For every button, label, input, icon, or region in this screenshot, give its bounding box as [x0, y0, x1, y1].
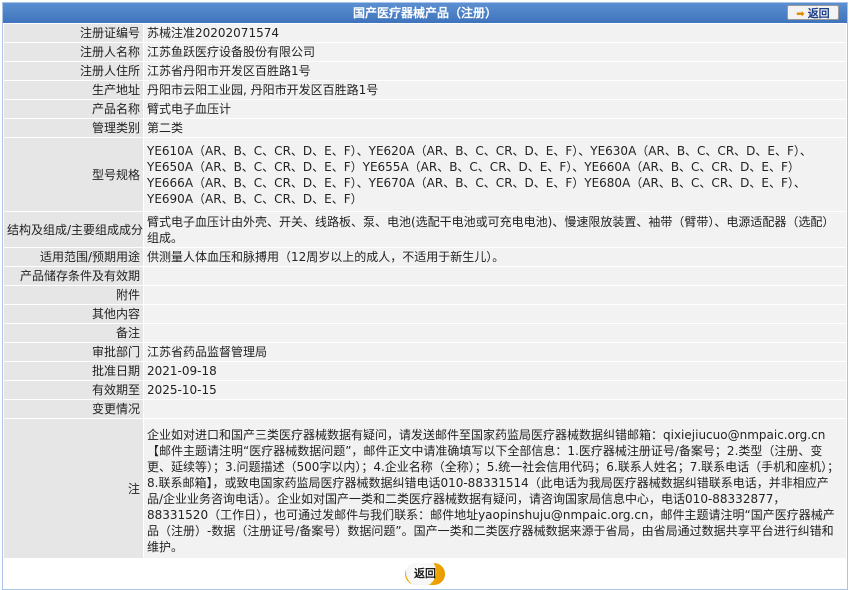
row-other: 其他内容: [3, 304, 847, 324]
value-attachment: [143, 285, 847, 305]
back-label-top: 返回: [807, 7, 830, 20]
label-mgmt-class: 管理类别: [3, 118, 144, 138]
value-product-name: 臂式电子血压计: [143, 99, 847, 119]
row-scope: 适用范围/预期用途 供测量人体血压和脉搏用（12周岁以上的成人，不适用于新生儿）…: [3, 247, 847, 267]
label-registrant-addr: 注册人住所: [3, 61, 144, 81]
value-registrant: 江苏鱼跃医疗设备股份有限公司: [143, 42, 847, 62]
label-attachment: 附件: [3, 285, 144, 305]
row-changes: 变更情况: [3, 399, 847, 419]
label-scope: 适用范围/预期用途: [3, 247, 144, 267]
value-registrant-addr: 江苏省丹阳市开发区百胜路1号: [143, 61, 847, 81]
label-registrant: 注册人名称: [3, 42, 144, 62]
row-attachment: 附件: [3, 285, 847, 305]
label-production-addr: 生产地址: [3, 80, 144, 100]
page-title: 国产医疗器械产品（注册）: [352, 6, 497, 20]
value-scope: 供测量人体血压和脉搏用（12周岁以上的成人，不适用于新生儿）。: [143, 247, 847, 267]
value-remarks: [143, 323, 847, 343]
row-registrant: 注册人名称 江苏鱼跃医疗设备股份有限公司: [3, 42, 847, 62]
label-approval-date: 批准日期: [3, 361, 144, 381]
value-approval-date: 2021-09-18: [143, 361, 847, 381]
value-mgmt-class: 第二类: [143, 118, 847, 138]
label-approval-dept: 审批部门: [3, 342, 144, 362]
row-valid-until: 有效期至 2025-10-15: [3, 380, 847, 400]
back-arrow-icon: ➡: [796, 9, 805, 20]
label-other: 其他内容: [3, 304, 144, 324]
value-storage: [143, 266, 847, 286]
footer-bar: 返回: [3, 559, 847, 589]
label-remarks: 备注: [3, 323, 144, 343]
row-structure: 结构及组成/主要组成成分 臂式电子血压计由外壳、开关、线路板、泵、电池(选配干电…: [3, 211, 847, 248]
value-reg-no: 苏械注准20202071574: [143, 23, 847, 43]
label-valid-until: 有效期至: [3, 380, 144, 400]
value-approval-dept: 江苏省药品监督管理局: [143, 342, 847, 362]
value-structure: 臂式电子血压计由外壳、开关、线路板、泵、电池(选配干电池或可充电电池)、慢速限放…: [143, 211, 847, 248]
value-changes: [143, 399, 847, 419]
row-models: 型号规格 YE610A（AR、B、C、CR、D、E、F）、YE620A（AR、B…: [3, 137, 847, 212]
label-models: 型号规格: [3, 137, 144, 212]
label-product-name: 产品名称: [3, 99, 144, 119]
value-note: 企业如对进口和国产三类医疗器械数据有疑问，请发送邮件至国家药监局医疗器械数据纠错…: [143, 418, 847, 559]
row-production-addr: 生产地址 丹阳市云阳工业园, 丹阳市开发区百胜路1号: [3, 80, 847, 100]
row-approval-date: 批准日期 2021-09-18: [3, 361, 847, 381]
label-reg-no: 注册证编号: [3, 23, 144, 43]
label-note: 注: [3, 418, 144, 559]
product-detail-panel: 国产医疗器械产品（注册） ➡ 返回 注册证编号 苏械注准20202071574 注…: [2, 2, 848, 590]
row-remarks: 备注: [3, 323, 847, 343]
row-mgmt-class: 管理类别 第二类: [3, 118, 847, 138]
row-registrant-addr: 注册人住所 江苏省丹阳市开发区百胜路1号: [3, 61, 847, 81]
row-approval-dept: 审批部门 江苏省药品监督管理局: [3, 342, 847, 362]
row-note: 注 企业如对进口和国产三类医疗器械数据有疑问，请发送邮件至国家药监局医疗器械数据…: [3, 418, 847, 559]
value-models: YE610A（AR、B、C、CR、D、E、F）、YE620A（AR、B、C、CR…: [143, 137, 847, 212]
detail-table: 注册证编号 苏械注准20202071574 注册人名称 江苏鱼跃医疗设备股份有限…: [3, 23, 847, 559]
row-reg-no: 注册证编号 苏械注准20202071574: [3, 23, 847, 43]
title-bar: 国产医疗器械产品（注册） ➡ 返回: [3, 3, 847, 23]
label-structure: 结构及组成/主要组成成分: [3, 211, 144, 248]
back-button-top[interactable]: ➡ 返回: [787, 5, 839, 20]
value-other: [143, 304, 847, 324]
back-button-bottom[interactable]: 返回: [405, 563, 445, 585]
row-product-name: 产品名称 臂式电子血压计: [3, 99, 847, 119]
label-changes: 变更情况: [3, 399, 144, 419]
label-storage: 产品储存条件及有效期: [3, 266, 144, 286]
value-production-addr: 丹阳市云阳工业园, 丹阳市开发区百胜路1号: [143, 80, 847, 100]
row-storage: 产品储存条件及有效期: [3, 266, 847, 286]
value-valid-until: 2025-10-15: [143, 380, 847, 400]
